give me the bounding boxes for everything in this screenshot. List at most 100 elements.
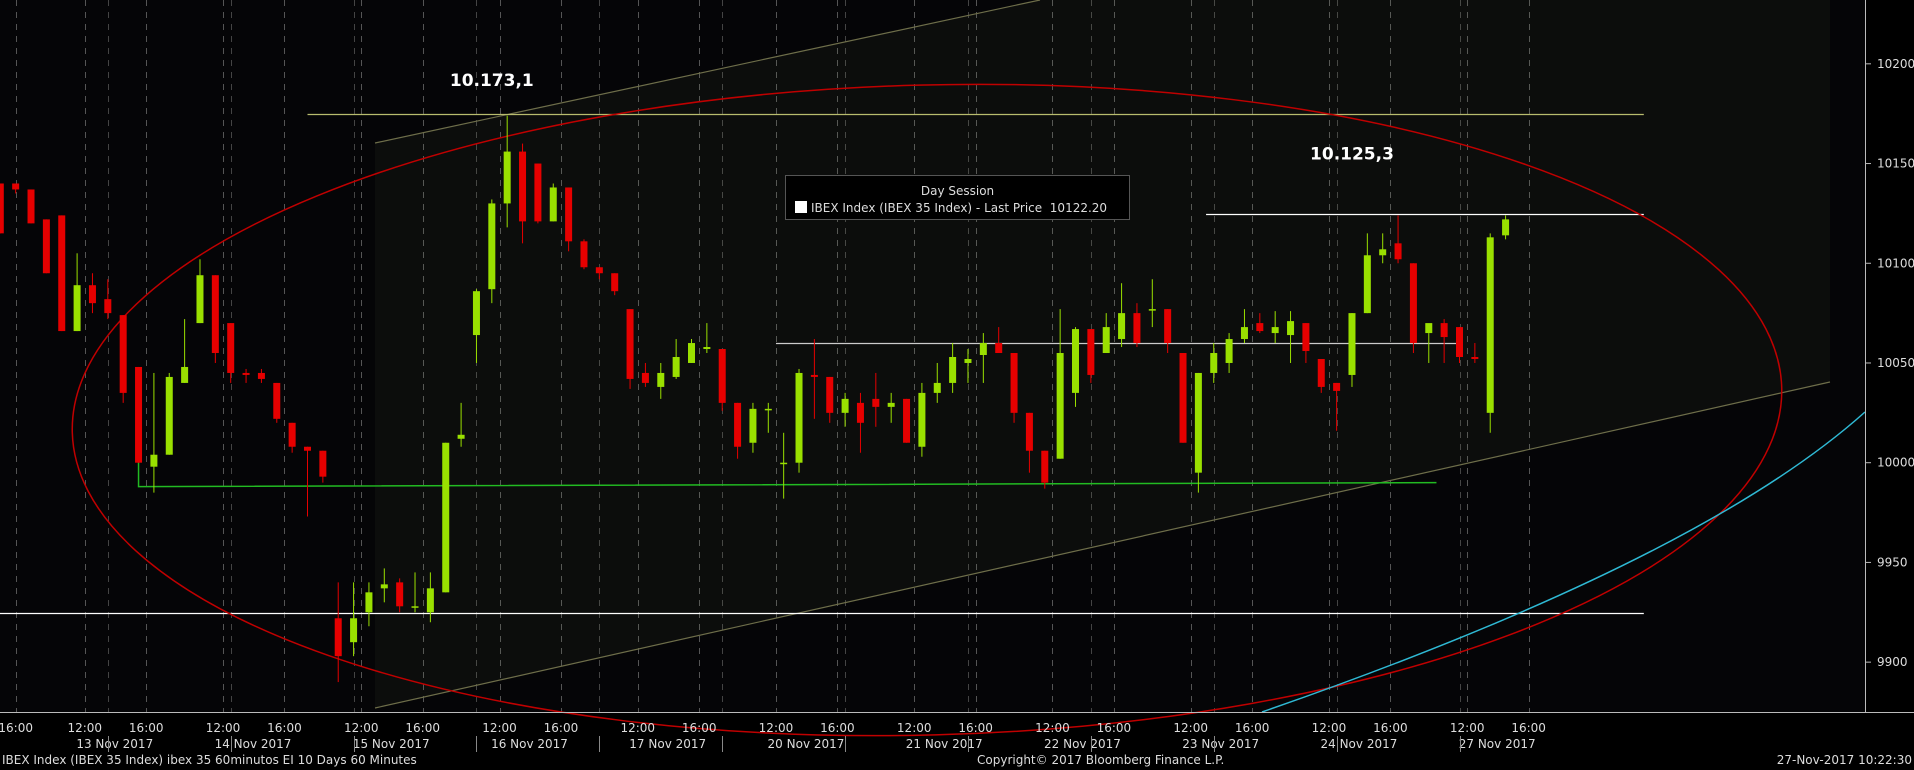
legend-entry: IBEX Index (IBEX 35 Index) - Last Price …	[795, 201, 1107, 215]
x-date-label: 16 Nov 2017	[491, 737, 568, 751]
candle-body	[396, 582, 404, 607]
x-date-label: 13 Nov 2017	[76, 737, 153, 751]
x-time-label: 12:00	[620, 721, 655, 735]
candle-body	[288, 422, 296, 447]
candle-body	[1271, 327, 1279, 334]
candle-body	[1010, 353, 1018, 413]
x-time-label: 12:00	[897, 721, 932, 735]
candle-body	[918, 392, 926, 447]
candle	[1409, 263, 1417, 354]
candle	[273, 382, 281, 423]
candle	[165, 372, 173, 455]
x-time-label: 12:00	[67, 721, 102, 735]
y-tick-label: 10050	[1877, 356, 1914, 370]
candle-body	[1302, 323, 1310, 352]
candle-body	[426, 588, 434, 613]
x-time-label: 16:00	[1097, 721, 1132, 735]
candle-body	[872, 398, 880, 407]
legend-entry-label: IBEX Index (IBEX 35 Index) - Last Price	[811, 201, 1043, 215]
candle	[488, 199, 496, 304]
candle-body	[1118, 313, 1126, 340]
candle-body	[1425, 323, 1433, 334]
candle-body	[319, 450, 327, 477]
candle-body	[1471, 356, 1479, 359]
x-time-label: 12:00	[1450, 721, 1485, 735]
candle	[795, 368, 803, 473]
candle-body	[672, 356, 680, 377]
x-time-label: 16:00	[0, 721, 33, 735]
x-time-label: 16:00	[129, 721, 164, 735]
candle-body	[1317, 358, 1325, 387]
x-date-label: 24 Nov 2017	[1321, 737, 1398, 751]
legend-title: Day Session	[920, 184, 995, 198]
candle-body	[0, 183, 4, 234]
candle-body	[595, 267, 603, 274]
candle	[0, 183, 4, 234]
candle	[1486, 233, 1494, 433]
candle-body	[457, 434, 465, 439]
candle-body	[903, 398, 911, 443]
candle-body	[1102, 327, 1110, 354]
y-tick-label: 10100	[1877, 256, 1914, 270]
x-date-label: 27 Nov 2017	[1459, 737, 1536, 751]
candle-body	[1456, 327, 1463, 357]
candle-body	[688, 343, 695, 363]
candle-body	[1133, 313, 1141, 344]
candle	[119, 315, 127, 403]
candle-body	[211, 275, 219, 354]
candle-body	[73, 285, 81, 332]
candle-body	[257, 372, 265, 379]
x-time-label: 16:00	[1235, 721, 1270, 735]
x-time-label: 16:00	[682, 721, 717, 735]
candle-body	[780, 462, 788, 465]
candle-body	[1409, 263, 1417, 344]
x-time-label: 12:00	[344, 721, 379, 735]
candle	[135, 366, 143, 463]
candle-body	[1486, 237, 1494, 413]
candle-body	[887, 402, 895, 407]
candle-body	[1194, 372, 1202, 473]
candle-body	[88, 285, 96, 304]
candle-body	[27, 189, 35, 224]
candle-body	[119, 315, 127, 393]
candle	[1179, 353, 1187, 443]
candle-body	[1210, 353, 1218, 373]
candle-body	[365, 592, 373, 613]
candle-body	[1148, 309, 1156, 311]
footer-chart-description: IBEX Index (IBEX 35 Index) ibex 35 60min…	[2, 753, 417, 767]
candle-body	[273, 382, 281, 419]
candle-body	[810, 374, 818, 377]
x-time-label: 12:00	[1312, 721, 1347, 735]
candle-body	[1363, 255, 1371, 314]
candle-body	[1225, 339, 1233, 363]
y-tick-label: 9950	[1877, 555, 1908, 569]
candle	[918, 382, 926, 457]
candle-body	[657, 372, 665, 387]
candle	[1010, 353, 1018, 423]
candle-body	[1333, 382, 1341, 391]
candle-body	[549, 187, 557, 222]
x-time-label: 12:00	[206, 721, 241, 735]
candle-body	[12, 183, 20, 190]
candle-body	[1287, 321, 1295, 336]
candle-body	[703, 347, 711, 350]
candle	[626, 309, 634, 389]
candle-body	[611, 273, 619, 292]
x-time-label: 16:00	[958, 721, 993, 735]
candle-body	[795, 372, 803, 463]
candle-body	[488, 203, 496, 290]
candle	[534, 163, 542, 224]
y-tick-label: 10150	[1877, 157, 1914, 171]
candle-body	[165, 376, 173, 455]
candle-body	[964, 358, 972, 363]
candle	[549, 183, 557, 222]
candle	[27, 189, 35, 224]
x-time-label: 16:00	[544, 721, 579, 735]
candle-body	[626, 309, 634, 379]
y-tick-label: 10200	[1877, 57, 1914, 71]
candle-body	[380, 584, 388, 589]
y-tick-label: 10000	[1877, 456, 1914, 470]
candle-body	[734, 402, 742, 447]
x-time-label: 12:00	[482, 721, 517, 735]
candle-body	[995, 343, 1003, 354]
